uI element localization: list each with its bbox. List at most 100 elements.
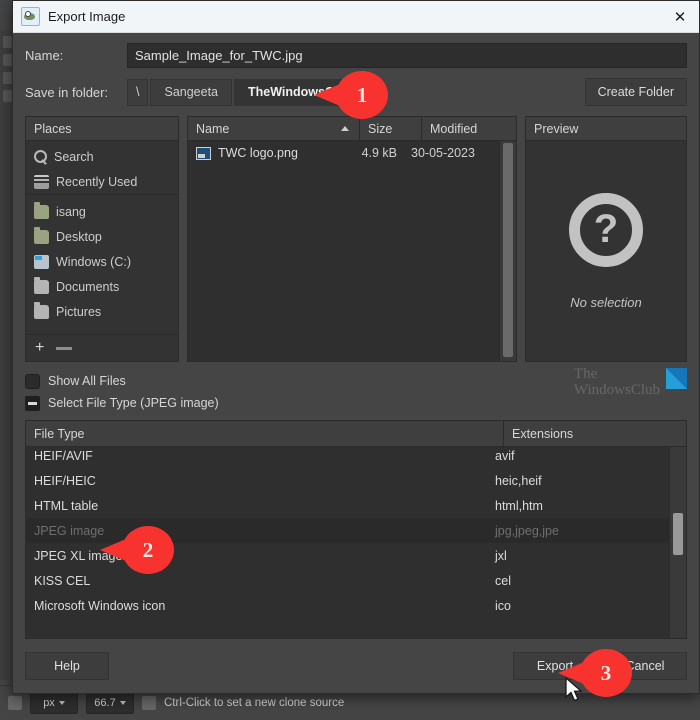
remove-place-button[interactable]: [56, 346, 73, 350]
sidebar-item-label: Desktop: [56, 229, 102, 244]
file-type-scrollbar[interactable]: [669, 447, 686, 638]
create-folder-button[interactable]: Create Folder: [584, 78, 687, 106]
file-list-panel: Name Size Modified TWC logo.png 4.9 kB 3…: [187, 116, 517, 362]
callout-number: 3: [580, 649, 632, 697]
file-list-header: Name Size Modified: [188, 117, 516, 141]
name-label: Name:: [25, 48, 64, 63]
column-header-extensions[interactable]: Extensions: [504, 421, 686, 446]
file-list-scrollbar[interactable]: [499, 141, 516, 361]
status-message: Ctrl-Click to set a new clone source: [164, 697, 345, 709]
save-in-folder-label: Save in folder:: [25, 84, 109, 100]
column-header-modified[interactable]: Modified: [422, 117, 516, 140]
folder-icon: [34, 276, 49, 294]
sidebar-item-label: Search: [54, 149, 94, 164]
recent-icon: [34, 174, 49, 189]
places-panel: Places Search Recently Used isang Deskto…: [25, 116, 179, 362]
sidebar-item-recently-used[interactable]: Recently Used: [26, 169, 178, 195]
sort-ascending-icon: [341, 126, 349, 131]
file-name-text: TWC logo.png: [218, 146, 298, 160]
callout-number: 1: [336, 71, 388, 119]
extensions-cell: cel: [495, 573, 511, 588]
unit-selector[interactable]: px: [30, 692, 78, 714]
select-file-type-label: Select File Type (JPEG image): [48, 396, 219, 410]
sidebar-item-label: Recently Used: [56, 174, 138, 189]
file-modified-cell: 30-05-2023: [411, 146, 475, 160]
gimp-wilber-icon: [21, 7, 40, 26]
search-icon: [34, 150, 47, 163]
chevron-down-icon: [119, 701, 126, 705]
help-button[interactable]: Help: [25, 652, 109, 680]
watermark-line1: The: [573, 366, 598, 382]
image-file-icon: [196, 146, 211, 160]
sidebar-item-label: Pictures: [56, 304, 102, 319]
unit-value: px: [43, 697, 55, 709]
column-header-name[interactable]: Name: [188, 117, 360, 140]
name-row: Name: Sample_Image_for_TWC.jpg: [25, 43, 687, 68]
file-type-cell: KISS CEL: [34, 573, 91, 588]
callout-tail: [314, 84, 340, 106]
table-row[interactable]: HTML table html,htm: [26, 493, 669, 518]
file-type-cell: JPEG XL image: [34, 548, 123, 563]
file-name-input[interactable]: Sample_Image_for_TWC.jpg: [127, 43, 687, 68]
file-rows: TWC logo.png 4.9 kB 30-05-2023: [188, 141, 499, 361]
callout-number: 2: [122, 526, 174, 574]
file-type-cell: HTML table: [34, 498, 99, 513]
breadcrumb-item-sangeeta[interactable]: Sangeeta: [150, 78, 233, 106]
preview-content: ? No selection: [526, 141, 686, 361]
callout-marker-1: 1: [314, 71, 388, 119]
watermark-logo-icon: [666, 368, 687, 389]
zoom-value: 66.7: [94, 697, 116, 709]
scrollbar-thumb[interactable]: [503, 143, 513, 357]
expander-open-icon: [25, 395, 40, 411]
add-place-button[interactable]: +: [35, 340, 44, 356]
close-icon[interactable]: ✕: [667, 5, 693, 29]
column-header-name-label: Name: [196, 121, 230, 136]
callout-marker-2: 2: [100, 526, 174, 574]
callout-tail: [100, 539, 126, 561]
preview-header: Preview: [526, 117, 686, 141]
table-row[interactable]: HEIF/HEIC heic,heif: [26, 468, 669, 493]
watermark: The WindowsClub: [574, 366, 687, 398]
undo-history-icon[interactable]: [8, 696, 22, 710]
file-size-cell: 4.9 kB: [361, 146, 397, 160]
dialog-title-bar: Export Image ✕: [13, 1, 699, 33]
table-row[interactable]: Microsoft Windows icon ico: [26, 593, 669, 618]
question-mark-icon: ?: [569, 192, 643, 267]
sidebar-item-label: isang: [56, 204, 86, 219]
checkbox-icon: [25, 373, 40, 389]
zoom-selector[interactable]: 66.7: [86, 692, 134, 714]
sidebar-item-desktop[interactable]: Desktop: [26, 224, 178, 249]
file-browser: Places Search Recently Used isang Deskto…: [25, 116, 687, 362]
scrollbar-thumb[interactable]: [673, 513, 683, 555]
sidebar-item-search[interactable]: Search: [26, 144, 178, 169]
file-type-cell: JPEG image: [34, 523, 105, 538]
extensions-cell: heic,heif: [495, 473, 542, 488]
sidebar-item-label: Windows (C:): [56, 254, 132, 269]
folder-icon: [34, 301, 49, 319]
folder-icon: [34, 226, 49, 244]
dialog-title: Export Image: [48, 9, 126, 24]
file-type-table-header: File Type Extensions: [26, 421, 686, 447]
sidebar-item-isang[interactable]: isang: [26, 199, 178, 224]
file-type-cell: HEIF/AVIF: [34, 448, 93, 463]
folder-icon: [34, 201, 49, 219]
sidebar-item-pictures[interactable]: Pictures: [26, 299, 178, 324]
options-section: Show All Files Select File Type (JPEG im…: [25, 366, 687, 414]
no-selection-text: No selection: [570, 294, 642, 310]
sidebar-item-label: Documents: [56, 279, 120, 294]
sidebar-item-documents[interactable]: Documents: [26, 274, 178, 299]
drive-icon: [34, 254, 49, 269]
table-row[interactable]: HEIF/AVIF avif: [26, 447, 669, 468]
places-header: Places: [26, 117, 178, 141]
column-header-size[interactable]: Size: [360, 117, 422, 140]
preview-panel: Preview ? No selection: [525, 116, 687, 362]
breadcrumb-item-root[interactable]: \: [127, 78, 149, 106]
file-type-cell: HEIF/HEIC: [34, 473, 96, 488]
table-row[interactable]: TWC logo.png 4.9 kB 30-05-2023: [188, 141, 499, 165]
callout-marker-3: 3: [558, 649, 632, 697]
sidebar-item-windows-c[interactable]: Windows (C:): [26, 249, 178, 274]
file-type-cell: Microsoft Windows icon: [34, 598, 166, 613]
clone-tool-icon: [142, 696, 156, 710]
column-header-file-type[interactable]: File Type: [26, 421, 504, 446]
places-footer: +: [26, 334, 178, 361]
